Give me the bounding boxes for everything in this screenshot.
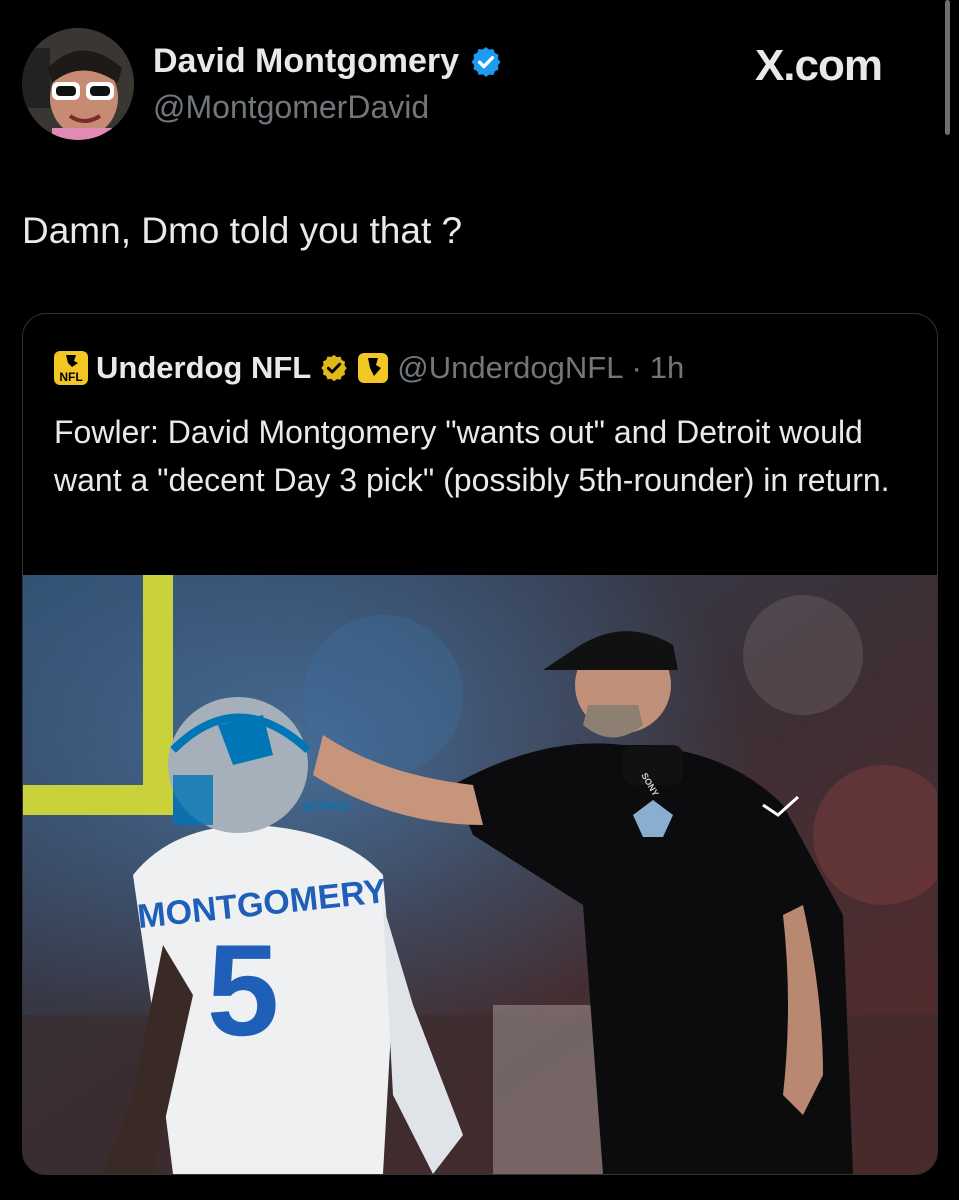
top-strip [0,0,959,10]
x-logo: X.com [754,41,883,90]
author-name-row: David Montgomery [153,42,503,81]
author-handle[interactable]: @MontgomerDavid [153,89,503,126]
jersey-number: 5 [207,917,279,1063]
quoted-timestamp[interactable]: 1h [650,350,684,386]
quoted-tweet-photo[interactable]: 5 MONTGOMERY DETROIT SONY [23,575,937,1174]
underdog-logo-icon: NFL [54,351,88,385]
avatar-image [22,28,134,140]
scrollbar[interactable] [945,0,950,135]
author-name[interactable]: David Montgomery [153,42,459,81]
avatar[interactable] [22,28,134,140]
quoted-tweet-text: Fowler: David Montgomery "wants out" and… [54,414,890,498]
quoted-tweet-header: NFL Underdog NFL @UnderdogNFL · 1h [54,350,684,386]
tweet-text: Damn, Dmo told you that ? [22,210,463,251]
author-block: David Montgomery @MontgomerDavid [153,42,503,126]
verified-badge-icon [471,46,501,77]
affiliate-badge-icon [358,353,389,383]
gold-verified-badge-icon [321,354,347,382]
separator-dot: · [631,350,642,385]
quoted-tweet-card[interactable]: NFL Underdog NFL @UnderdogNFL · 1h Fowler:… [22,313,938,1175]
helmet-text: DETROIT [303,801,352,813]
quoted-author-handle[interactable]: @UnderdogNFL [397,350,623,386]
logo-text: NFL [59,370,83,384]
quoted-author-name[interactable]: Underdog NFL [96,350,311,386]
photo-image: 5 MONTGOMERY DETROIT SONY [23,575,937,1174]
tweet-header: David Montgomery @MontgomerDavid X.com [22,28,922,143]
